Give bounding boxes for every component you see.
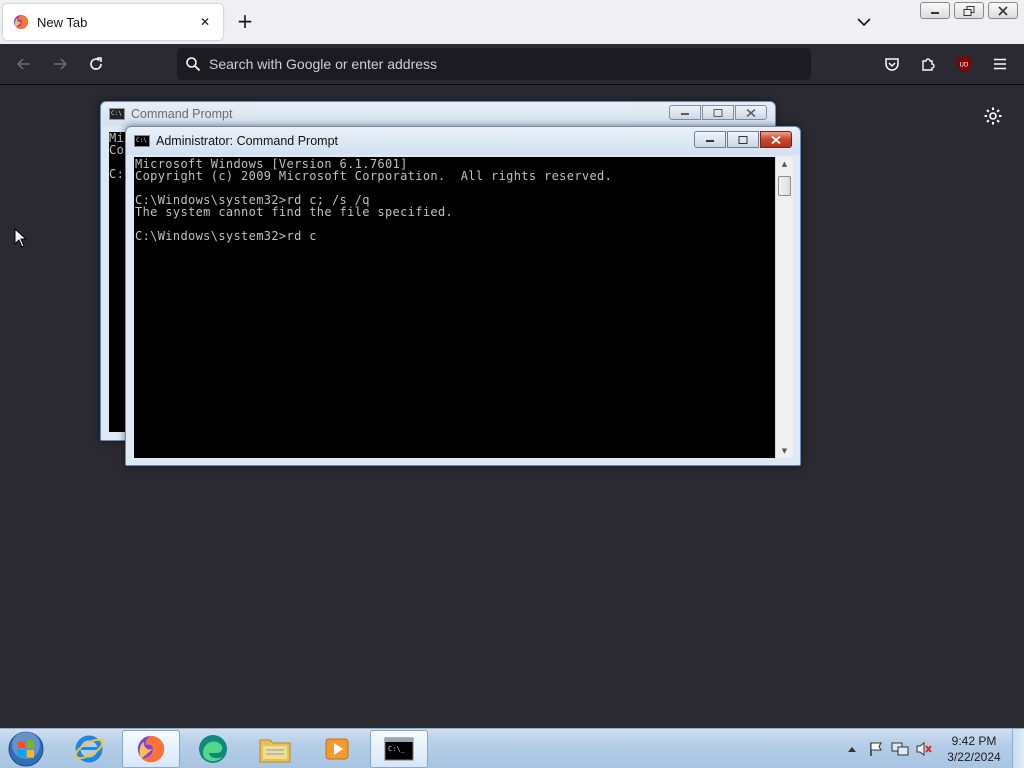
search-icon: [186, 57, 201, 72]
mouse-cursor-icon: [14, 228, 28, 248]
browser-tab-strip: New Tab ✕ +: [0, 0, 1024, 44]
taskbar-command-prompt[interactable]: C:\_: [370, 730, 428, 768]
chevron-down-icon[interactable]: [856, 14, 872, 30]
navigation-toolbar: UD: [0, 44, 1024, 85]
restore-button[interactable]: [954, 2, 984, 19]
window-buttons: [668, 105, 767, 120]
reload-icon: [90, 57, 102, 70]
app-menu-button[interactable]: [990, 54, 1010, 74]
action-center-button[interactable]: [867, 740, 885, 758]
minimize-icon: [931, 11, 939, 14]
windows-start-orb-icon: [8, 731, 44, 767]
reload-button[interactable]: [86, 54, 106, 74]
window-controls: [920, 2, 1018, 19]
window-title: Command Prompt: [131, 107, 233, 121]
cmd-icon: C:\: [109, 108, 125, 120]
ublock-badge: UD: [959, 62, 968, 69]
system-tray: 9:42 PM 3/22/2024: [840, 729, 1024, 768]
cmd-icon: C:\: [134, 135, 150, 147]
media-player-icon: [325, 738, 349, 760]
ublock-icon: UD: [957, 56, 971, 72]
close-button[interactable]: [988, 2, 1018, 19]
close-button[interactable]: [735, 105, 767, 120]
network-icon: [891, 742, 909, 756]
minimize-button[interactable]: [669, 105, 701, 120]
minimize-button[interactable]: [694, 131, 726, 148]
scroll-down-icon[interactable]: ▼: [776, 444, 793, 458]
network-button[interactable]: [891, 740, 909, 758]
flag-icon: [870, 742, 882, 756]
window-title: Administrator: Command Prompt: [156, 134, 339, 148]
internet-explorer-icon: [74, 735, 104, 763]
window-buttons: [693, 131, 792, 148]
forward-arrow-icon: [54, 58, 68, 70]
close-button[interactable]: [760, 131, 792, 148]
vertical-scrollbar[interactable]: ▲ ▼: [775, 157, 793, 458]
console-area[interactable]: Microsoft Windows [Version 6.1.7601] Cop…: [134, 157, 775, 458]
command-prompt-window-admin[interactable]: C:\ Administrator: Command Prompt Micros…: [125, 126, 801, 466]
minimize-button[interactable]: [920, 2, 950, 19]
folder-icon: [259, 739, 291, 763]
svg-text:C:\_: C:\_: [388, 745, 406, 753]
volume-button[interactable]: [915, 740, 933, 758]
maximize-button[interactable]: [727, 131, 759, 148]
close-icon: [746, 108, 756, 117]
hamburger-menu-icon: [994, 58, 1006, 70]
new-tab-button[interactable]: +: [234, 10, 256, 32]
taskbar-clock[interactable]: 9:42 PM 3/22/2024: [942, 733, 1006, 765]
firefox-icon: [14, 15, 29, 30]
maximize-button[interactable]: [702, 105, 734, 120]
start-button[interactable]: [4, 730, 48, 768]
command-prompt-icon: C:\_: [384, 737, 414, 761]
close-icon: [771, 135, 781, 144]
back-arrow-icon: [16, 58, 30, 70]
taskbar-edge[interactable]: [184, 730, 242, 768]
edge-icon: [199, 735, 227, 763]
close-tab-icon[interactable]: ✕: [197, 15, 213, 29]
taskbar: C:\_ 9:42 PM 3/22/2024: [0, 728, 1024, 768]
window-title-bar[interactable]: C:\ Administrator: Command Prompt: [126, 127, 800, 155]
window-title-bar[interactable]: C:\ Command Prompt: [101, 102, 775, 126]
console-text: Microsoft Windows [Version 6.1.7601] Cop…: [135, 157, 613, 243]
taskbar-firefox[interactable]: [122, 730, 180, 768]
search-input[interactable]: [209, 56, 769, 72]
scrollbar-thumb[interactable]: [778, 176, 791, 196]
gear-icon[interactable]: [983, 106, 1003, 126]
puzzle-icon: [922, 58, 935, 71]
ublock-button[interactable]: UD: [954, 54, 974, 74]
address-bar[interactable]: [177, 48, 811, 80]
extensions-button[interactable]: [918, 54, 938, 74]
close-icon: [998, 5, 1008, 16]
firefox-icon: [137, 735, 165, 763]
pocket-button[interactable]: [882, 54, 902, 74]
minimize-icon: [681, 112, 689, 115]
pocket-icon: [885, 58, 899, 71]
maximize-icon: [738, 135, 748, 144]
tab-new-tab[interactable]: New Tab ✕: [3, 4, 223, 40]
clock-date: 3/22/2024: [947, 750, 1001, 764]
taskbar-media-player[interactable]: [308, 730, 366, 768]
clock-time: 9:42 PM: [951, 734, 997, 748]
show-hidden-icons-button[interactable]: [843, 740, 861, 758]
back-button[interactable]: [14, 54, 34, 74]
restore-icon: [963, 5, 975, 16]
maximize-icon: [713, 108, 723, 117]
taskbar-file-explorer[interactable]: [246, 730, 304, 768]
taskbar-internet-explorer[interactable]: [60, 730, 118, 768]
chevron-up-icon: [848, 747, 856, 752]
volume-muted-icon: [916, 742, 932, 756]
minimize-icon: [706, 139, 714, 142]
tab-title: New Tab: [37, 14, 88, 30]
show-desktop-button[interactable]: [1012, 729, 1024, 768]
forward-button[interactable]: [50, 54, 70, 74]
scroll-up-icon[interactable]: ▲: [776, 157, 793, 171]
